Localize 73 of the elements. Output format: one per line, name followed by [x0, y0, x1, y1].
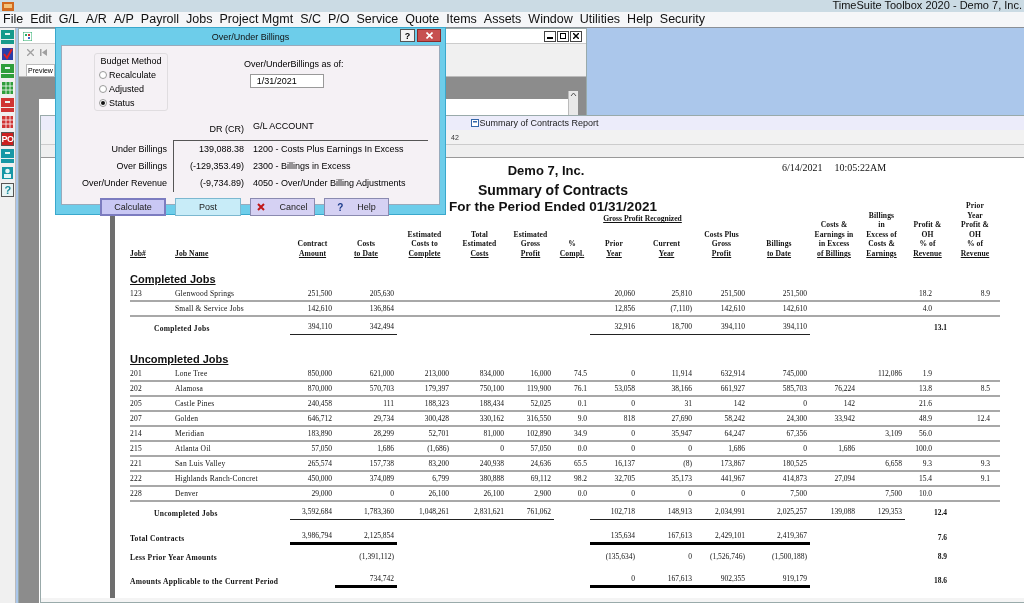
radio-button[interactable] — [99, 99, 107, 107]
menu-item[interactable]: Project Mgmt — [216, 12, 298, 27]
monitor-icon[interactable] — [1, 149, 14, 163]
dialog-button[interactable]: Cancel — [250, 198, 315, 216]
dialog-button[interactable]: Post — [175, 198, 241, 216]
toolbar-button[interactable]: ? — [1, 183, 14, 197]
section-heading: Completed Jobs — [130, 272, 216, 287]
radio-label: Adjusted — [109, 83, 145, 95]
menu-item[interactable]: A/P — [110, 12, 138, 27]
row-label: Over Billings — [115, 160, 168, 173]
grid-icon[interactable] — [1, 115, 14, 129]
radio-label: Recalculate — [109, 69, 157, 81]
company-name: Demo 7, Inc. — [507, 163, 585, 178]
close-button[interactable] — [417, 29, 441, 42]
date-field[interactable]: 1/31/2021 — [249, 74, 324, 88]
menu-item[interactable]: A/R — [82, 12, 111, 27]
amount-text: (-9,734.89) — [173, 175, 253, 192]
column-header: DR (CR) — [173, 121, 253, 141]
menu-item[interactable]: Security — [656, 12, 709, 27]
menu-item[interactable]: Help — [624, 12, 657, 27]
minimize-button[interactable] — [544, 30, 556, 42]
menu-item[interactable]: S/C — [297, 12, 325, 27]
menu-item[interactable]: Service — [353, 12, 403, 27]
check-icon[interactable] — [1, 47, 14, 61]
toolbar-button[interactable]: PO — [1, 132, 14, 146]
radio-button[interactable] — [99, 71, 107, 79]
window-title: Summary of Contracts Report — [479, 118, 599, 128]
menu-item[interactable]: Window — [525, 12, 577, 27]
account-text: 4050 - Over/Under Billing Adjustments — [253, 177, 407, 190]
help-button[interactable]: ? — [400, 29, 415, 42]
dialog-button[interactable]: ? Help — [324, 198, 389, 216]
report-date: 6/14/2021 — [782, 162, 823, 173]
date-label: Over/UnderBillings as of: — [244, 59, 344, 69]
column-header: G/L ACCOUNT — [253, 121, 428, 141]
amount-text: 139,088.38 — [173, 141, 253, 158]
menu-item[interactable]: Payroll — [137, 12, 184, 27]
account-text: 1200 - Costs Plus Earnings In Excess — [253, 143, 405, 156]
menu-item[interactable]: File — [0, 12, 28, 27]
amount-text: (-129,353.49) — [173, 158, 253, 175]
close-icon — [573, 33, 579, 39]
window-title: TimeSuite Toolbox 2020 - Demo 7, Inc. — [832, 0, 1022, 11]
grid-icon[interactable] — [1, 81, 14, 95]
menu-item[interactable]: Items — [443, 12, 481, 27]
app-icon — [2, 2, 14, 11]
person-icon[interactable] — [1, 166, 14, 180]
row-label: Under Billings — [110, 143, 168, 156]
menu-item[interactable]: Edit — [27, 12, 56, 27]
radio-label: Status — [109, 97, 135, 109]
menu-item[interactable]: P/O — [324, 12, 354, 27]
dialog-title: Over/Under Billings — [211, 31, 290, 42]
report-period: For the Period Ended 01/31/2021 — [449, 199, 657, 215]
help-icon: ? — [337, 201, 344, 213]
maximize-icon — [560, 33, 566, 39]
menu-item[interactable]: Jobs — [183, 12, 217, 27]
group-label: Budget Method — [99, 56, 163, 66]
menu-item[interactable]: Quote — [402, 12, 444, 27]
radio-button[interactable] — [99, 85, 107, 93]
scroll-up-icon[interactable] — [570, 91, 577, 97]
report-title: Summary of Contracts — [477, 182, 629, 199]
report-time: 10:05:22AM — [834, 162, 887, 173]
menu-item[interactable]: G/L — [55, 12, 83, 27]
menu-item[interactable]: Utilities — [576, 12, 625, 27]
maximize-button[interactable] — [557, 30, 569, 42]
cross-icon — [257, 203, 266, 211]
close-icon — [425, 32, 433, 39]
close-button[interactable] — [570, 30, 582, 42]
menu-item[interactable]: Assets — [480, 12, 526, 27]
section-heading: Uncompleted Jobs — [130, 352, 229, 367]
monitor-icon[interactable] — [1, 98, 14, 112]
window-icon — [471, 119, 480, 127]
row-label: Over/Under Revenue — [80, 177, 168, 190]
dialog-button[interactable]: Calculate — [100, 198, 166, 216]
account-text: 2300 - Billings in Excess — [253, 160, 352, 173]
